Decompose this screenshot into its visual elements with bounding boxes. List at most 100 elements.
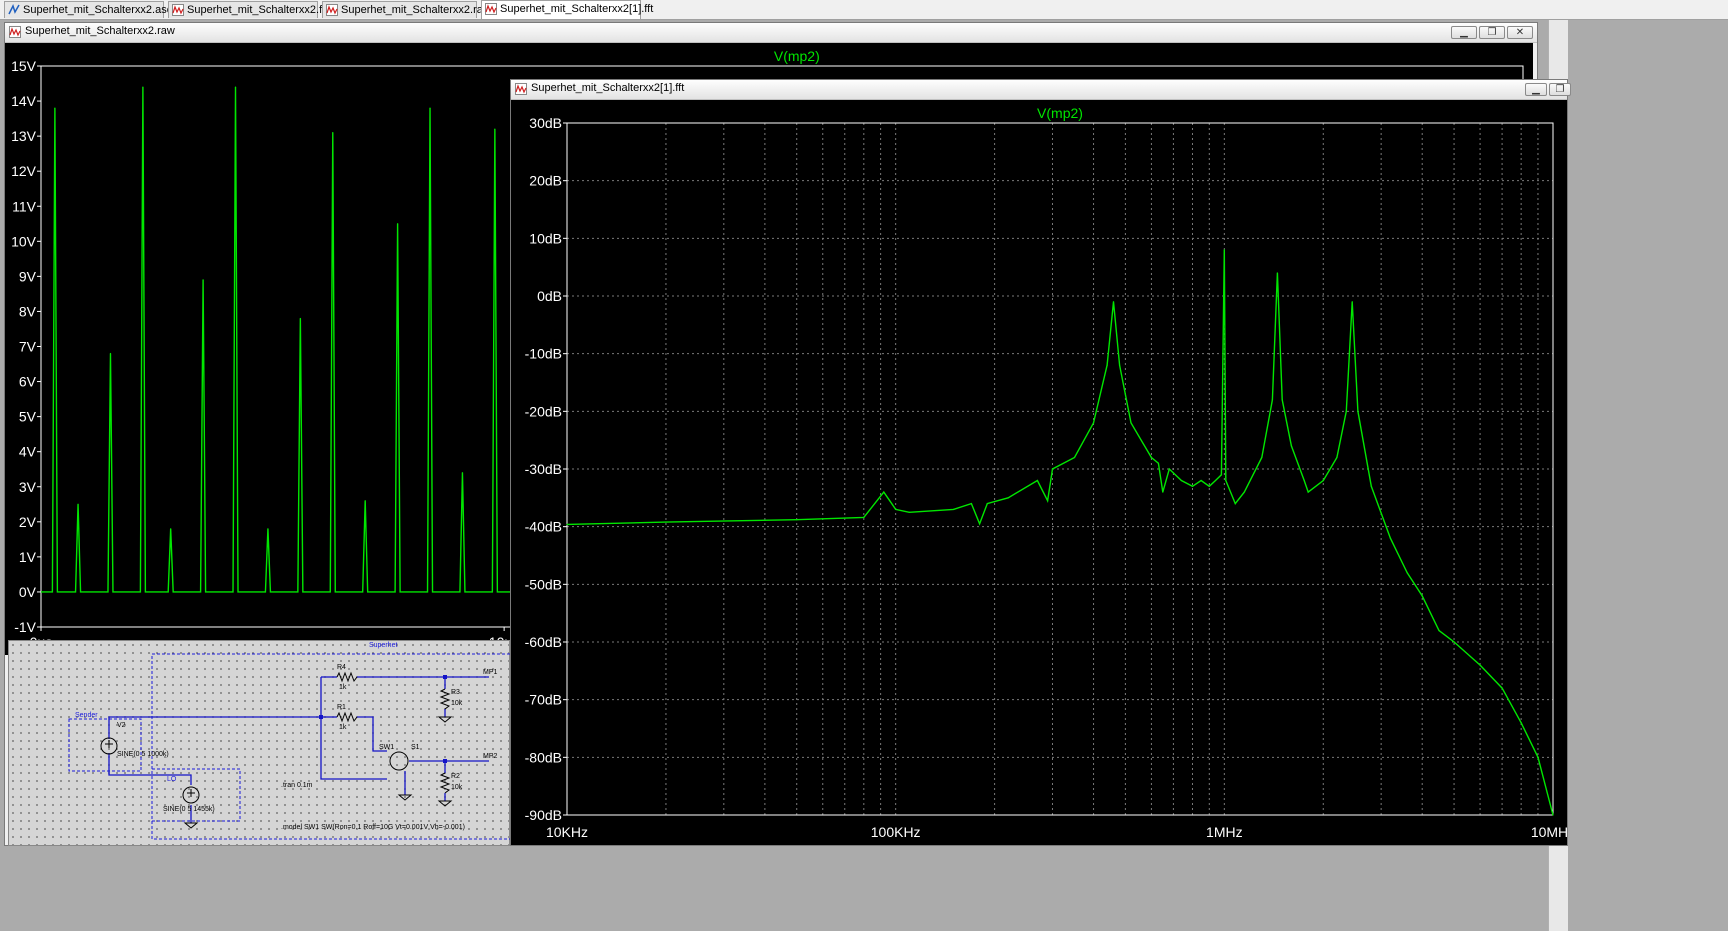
- plus-icon: [105, 740, 113, 748]
- data-point: [461, 472, 464, 474]
- schematic-drawing: Superhet Sender LO V2 SINE(0 5 1000k) SI…: [68, 642, 513, 840]
- tab-label: Superhet_mit_Schalterxx2[1].fft: [500, 3, 654, 15]
- data-point: [566, 523, 568, 525]
- resistor-r3: [439, 688, 451, 710]
- restore-icon: ❐: [1487, 27, 1497, 38]
- data-point: [1336, 456, 1338, 459]
- x-tick-label: 10MHz: [1531, 824, 1567, 840]
- tran-directive: .tran 0.1m: [281, 782, 313, 789]
- r2-label: R2: [451, 773, 460, 780]
- data-point: [1479, 664, 1481, 666]
- data-point: [1345, 410, 1347, 412]
- data-point: [1130, 422, 1132, 424]
- schematic-view[interactable]: Superhet Sender LO V2 SINE(0 5 1000k) SI…: [8, 640, 513, 846]
- y-tick-label: 15V: [11, 58, 37, 74]
- ground-icon: [183, 822, 199, 829]
- junction-dot: [443, 759, 447, 763]
- y-tick-label: -30dB: [525, 461, 562, 477]
- data-point: [332, 132, 334, 134]
- data-point: [952, 508, 955, 510]
- data-point: [895, 508, 897, 510]
- waveform-icon: [9, 26, 21, 38]
- data-point: [1036, 479, 1039, 482]
- ground-icon: [437, 800, 453, 807]
- resistor-r4: [336, 671, 358, 683]
- data-point: [1421, 595, 1423, 597]
- data-point: [54, 107, 56, 109]
- data-point: [1007, 497, 1009, 499]
- data-point: [1234, 503, 1236, 505]
- y-tick-label: -70dB: [525, 692, 562, 708]
- trace-label: V(mp2): [774, 48, 820, 64]
- r1-label: R1: [337, 704, 346, 711]
- data-point: [267, 528, 269, 530]
- data-point: [494, 128, 496, 130]
- data-point: [1307, 491, 1309, 493]
- data-point: [1150, 456, 1153, 459]
- data-point: [1501, 687, 1503, 689]
- data-point: [970, 503, 973, 505]
- y-tick-label: 2V: [19, 514, 37, 530]
- switch-sw1: [389, 751, 409, 771]
- raw-window-title: Superhet_mit_Schalterxx2.raw: [25, 25, 175, 37]
- y-tick-label: 30dB: [529, 115, 562, 131]
- data-point: [397, 223, 399, 225]
- y-tick-label: -40dB: [525, 519, 562, 535]
- s1-label: S1: [411, 744, 420, 751]
- data-point: [1303, 479, 1305, 482]
- data-point: [1290, 445, 1293, 447]
- y-tick-label: 0V: [19, 584, 37, 600]
- restore-button[interactable]: ❐: [1549, 83, 1571, 96]
- waveform-icon: [485, 3, 497, 15]
- data-point: [978, 523, 981, 525]
- y-tick-label: 12V: [11, 163, 37, 179]
- data-point: [1162, 491, 1164, 493]
- r4-label: R4: [337, 664, 346, 671]
- v2-value: SINE(0 5 1000k): [117, 751, 169, 758]
- data-point: [1243, 491, 1245, 493]
- y-tick-label: 10dB: [529, 230, 562, 246]
- data-point: [1180, 479, 1182, 482]
- minimize-button[interactable]: ▁: [1451, 26, 1477, 39]
- v2-label: V2: [117, 722, 126, 729]
- raw-window-titlebar[interactable]: Superhet_mit_Schalterxx2.raw ▁ ❐ ✕: [5, 23, 1537, 43]
- data-point: [1406, 572, 1408, 574]
- data-point: [234, 86, 237, 88]
- fft-plot-area[interactable]: 30dB 20dB 10dB 0dB -10dB -20dB -30dB -40dB -50dB…: [511, 100, 1575, 845]
- x-tick-label: 1MHz: [1206, 824, 1243, 840]
- data-point: [1438, 629, 1440, 632]
- restore-button[interactable]: ❐: [1479, 26, 1505, 39]
- y-tick-label: 7V: [19, 339, 37, 355]
- data-point: [109, 352, 112, 355]
- tab-label: Superhet_mit_Schalterxx2.asc: [23, 4, 173, 16]
- y-tick-label: 6V: [19, 374, 37, 390]
- data-point: [1051, 468, 1054, 470]
- y-tick-label: -60dB: [525, 634, 562, 650]
- tab-fft[interactable]: Superhet_mit_Schalterxx2.fft: [168, 1, 328, 18]
- data-point: [1537, 756, 1539, 758]
- data-point: [863, 516, 865, 519]
- data-point: [364, 500, 366, 502]
- y-tick-label: 13V: [11, 128, 37, 144]
- data-point: [1453, 641, 1455, 643]
- lo-block: [151, 768, 241, 822]
- tab-fft-1[interactable]: Superhet_mit_Schalterxx2[1].fft: [481, 0, 653, 19]
- r3-label: R3: [451, 689, 460, 696]
- data-point: [1220, 474, 1223, 476]
- tab-raw[interactable]: Superhet_mit_Schalterxx2.raw: [322, 1, 491, 18]
- data-point: [1552, 814, 1554, 816]
- minimize-button[interactable]: ▁: [1525, 83, 1547, 96]
- data-point: [1092, 422, 1095, 424]
- close-button[interactable]: ✕: [1507, 26, 1533, 39]
- data-point: [1520, 722, 1522, 724]
- minimize-icon: ▁: [1460, 27, 1468, 38]
- fft-window-titlebar[interactable]: Superhet_mit_Schalterxx2[1].fft ❐ ▁: [511, 80, 1571, 100]
- data-point: [1276, 272, 1278, 274]
- data-point: [1073, 456, 1076, 459]
- x-tick-label: 100KHz: [871, 824, 921, 840]
- tab-asc[interactable]: Superhet_mit_Schalterxx2.asc: [4, 1, 172, 18]
- y-tick-label: -1V: [14, 619, 36, 635]
- sender-label: Sender: [75, 712, 98, 719]
- y-tick-label: 0dB: [537, 288, 562, 304]
- data-point: [1322, 479, 1324, 482]
